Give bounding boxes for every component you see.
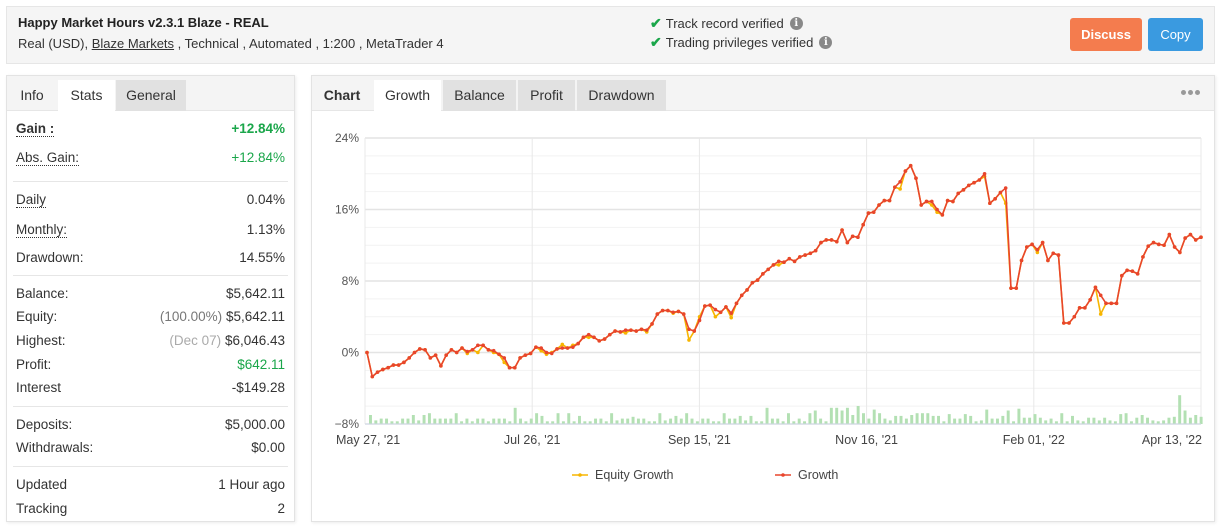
discuss-button[interactable]: Discuss: [1070, 18, 1142, 51]
stat-label: Balance:: [16, 286, 69, 301]
system-title: Happy Market Hours v2.3.1 Blaze - REAL: [18, 15, 269, 30]
stat-label[interactable]: Monthly:: [16, 222, 68, 238]
divider: [13, 181, 288, 182]
verification-label: Track record verified: [665, 16, 784, 31]
account-type: Real (USD),: [18, 36, 92, 51]
stat-monthly: Monthly: 1.13%: [16, 222, 285, 242]
tab-growth[interactable]: Growth: [374, 80, 441, 111]
stat-abs-gain: Abs. Gain: +12.84%: [16, 150, 285, 170]
stat-value-group: (100.00%) $5,642.11: [160, 309, 285, 324]
stat-balance: Balance: $5,642.11: [16, 286, 285, 306]
divider: [13, 275, 288, 276]
tab-info[interactable]: Info: [7, 80, 57, 111]
stat-label[interactable]: Gain :: [16, 121, 55, 137]
stat-label: Drawdown:: [16, 250, 84, 265]
stat-gain: Gain : +12.84%: [16, 121, 285, 141]
stat-withdrawals: Withdrawals: $0.00: [16, 440, 285, 460]
tab-drawdown[interactable]: Drawdown: [577, 80, 666, 111]
stats-panel: Info Stats General Gain : +12.84% Abs. G…: [6, 75, 295, 522]
stat-label: Interest: [16, 380, 62, 395]
check-icon: ✔: [650, 34, 662, 50]
stat-deposits: Deposits: $5,000.00: [16, 417, 285, 437]
stat-equity: Equity: (100.00%) $5,642.11: [16, 309, 285, 329]
stat-value: 0.04%: [246, 192, 285, 207]
chart-tabs: Chart Growth Balance Profit Drawdown: [312, 76, 1214, 111]
stat-value: 1.13%: [246, 222, 285, 237]
stat-value: $5,000.00: [224, 417, 285, 432]
tab-chart[interactable]: Chart: [312, 80, 372, 111]
track-record-verified: ✔ Track record verified i: [650, 15, 803, 32]
stat-updated: Updated 1 Hour ago: [16, 477, 285, 497]
stat-label: Updated: [16, 477, 68, 492]
check-icon: ✔: [650, 15, 662, 31]
stat-value: 2: [277, 501, 285, 516]
account-header: Happy Market Hours v2.3.1 Blaze - REAL R…: [6, 6, 1215, 64]
stat-drawdown: Drawdown: 14.55%: [16, 250, 285, 270]
stat-value: +12.84%: [231, 121, 285, 136]
more-horizontal-icon[interactable]: [1181, 90, 1200, 95]
info-icon[interactable]: i: [819, 36, 833, 49]
divider: [13, 406, 288, 407]
stat-label: Tracking: [16, 501, 68, 516]
tab-stats[interactable]: Stats: [58, 80, 115, 111]
stat-value: 1 Hour ago: [218, 477, 285, 492]
highest-date: (Dec 07): [169, 333, 222, 348]
stat-value: $5,642.11: [225, 286, 285, 301]
stats-tabs: Info Stats General: [7, 76, 294, 111]
stat-label: Withdrawals:: [16, 440, 94, 455]
info-icon[interactable]: i: [789, 17, 803, 30]
stat-value: -$149.28: [231, 380, 285, 395]
stat-highest: Highest: (Dec 07) $6,046.43: [16, 333, 285, 353]
stat-label[interactable]: Daily: [16, 192, 47, 208]
account-details: , Technical , Automated , 1:200 , MetaTr…: [174, 36, 444, 51]
verification-label: Trading privileges verified: [665, 35, 814, 50]
stat-interest: Interest -$149.28: [16, 380, 285, 400]
account-subtitle: Real (USD), Blaze Markets , Technical , …: [18, 36, 444, 51]
tab-general[interactable]: General: [116, 80, 186, 111]
stat-profit: Profit: $642.11: [16, 357, 285, 377]
stat-value: $642.11: [237, 357, 285, 372]
broker-link[interactable]: Blaze Markets: [92, 36, 174, 51]
copy-button[interactable]: Copy: [1148, 18, 1203, 51]
equity-percent: (100.00%): [159, 309, 223, 324]
stat-daily: Daily 0.04%: [16, 192, 285, 212]
trading-privileges-verified: ✔ Trading privileges verified i: [650, 34, 833, 51]
tab-profit[interactable]: Profit: [518, 80, 575, 111]
chart-panel: Chart Growth Balance Profit Drawdown: [311, 75, 1215, 522]
stat-tracking: Tracking 2: [16, 501, 285, 521]
tab-balance[interactable]: Balance: [443, 80, 516, 111]
stat-label: Deposits:: [16, 417, 73, 432]
stat-label: Highest:: [16, 333, 66, 348]
stat-value: 14.55%: [239, 250, 285, 265]
stat-label: Equity:: [16, 309, 58, 324]
stat-label[interactable]: Abs. Gain:: [16, 150, 80, 166]
stat-value: $0.00: [251, 440, 285, 455]
divider: [13, 466, 288, 467]
stat-value: $5,642.11: [225, 309, 285, 324]
stat-value: +12.84%: [231, 150, 285, 165]
stat-value-group: (Dec 07) $6,046.43: [169, 333, 285, 348]
stat-label: Profit:: [16, 357, 52, 372]
stat-value: $6,046.43: [224, 333, 285, 348]
